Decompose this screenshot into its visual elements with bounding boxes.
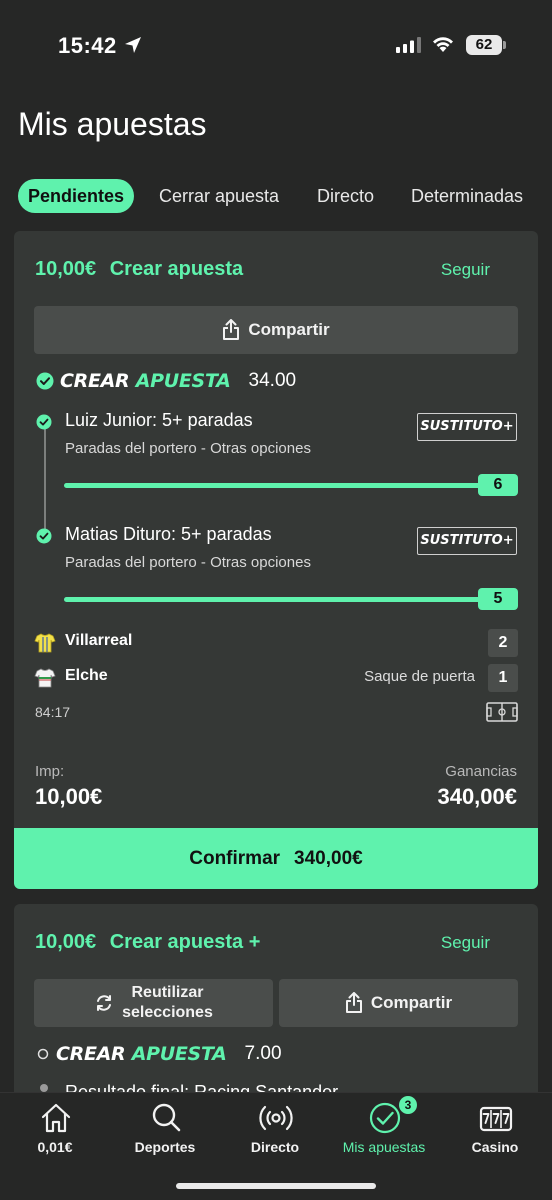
selection-market: Paradas del portero - Otras opciones (65, 440, 311, 457)
selection-progress-bar (64, 597, 482, 602)
team-name: Villarreal (65, 632, 133, 649)
selection-progress-bar (64, 483, 482, 488)
brand-word-crear: CREAR (56, 1043, 126, 1065)
tab-pendientes[interactable]: Pendientes (18, 179, 135, 213)
selection-connector (44, 429, 46, 537)
confirm-amount: 340,00€ (294, 847, 363, 869)
home-icon (41, 1103, 71, 1133)
bet-filter-tabs: Pendientes Cerrar apuesta Directo Determ… (18, 179, 552, 213)
tab-cerrar-apuesta[interactable]: Cerrar apuesta (159, 179, 279, 213)
bet-type: Crear apuesta + (109, 931, 261, 953)
bet-builder-row: CREAR APUESTA 7.00 (36, 1041, 282, 1067)
match-clock: 84:17 (35, 704, 71, 720)
bet-builder-brand: CREAR APUESTA (56, 1043, 227, 1065)
status-bar: 15:42 62 (0, 0, 552, 90)
team-row-home: Villarreal 2 (34, 629, 518, 657)
nav-item-balance[interactable]: 0,01€ (0, 1093, 110, 1163)
bet-type: Crear apuesta (109, 258, 244, 280)
nav-label: Casino (471, 1139, 519, 1155)
bet-stake: 10,00€ (35, 258, 97, 280)
wifi-icon (433, 37, 453, 52)
slot-machine-icon (479, 1106, 513, 1132)
tab-directo[interactable]: Directo (317, 179, 374, 213)
bet-odds: 7.00 (244, 1043, 282, 1064)
nav-label: Mis apuestas (342, 1139, 426, 1155)
nav-item-deportes[interactable]: Deportes (110, 1093, 220, 1163)
nav-label: 0,01€ (37, 1139, 73, 1155)
selection-title: Matias Dituro: 5+ paradas (65, 524, 272, 544)
share-button[interactable]: Compartir (279, 979, 518, 1027)
team-score: 2 (488, 629, 518, 657)
stake-label: Imp: (35, 763, 65, 780)
battery-tip (503, 41, 506, 49)
nav-item-directo[interactable]: Directo (220, 1093, 330, 1163)
reuse-line-1: Reutilizar (131, 984, 204, 1001)
yellow-jersey-icon (34, 633, 56, 653)
brand-word-crear: CREAR (60, 370, 130, 392)
team-row-away: Elche Saque de puerta 1 (34, 664, 518, 692)
location-arrow-icon (125, 37, 141, 53)
confirm-label: Confirmar (189, 847, 281, 869)
brand-word-apuesta: APUESTA (135, 370, 231, 392)
check-circle-icon (36, 372, 54, 390)
nav-item-casino[interactable]: Casino (440, 1093, 550, 1163)
nav-item-mis-apuestas[interactable]: 3 Mis apuestas (329, 1093, 439, 1163)
selection-title: Luiz Junior: 5+ paradas (65, 410, 253, 430)
selection-check-icon (36, 528, 52, 544)
share-label: Compartir (370, 993, 453, 1012)
share-icon (345, 992, 362, 1013)
bet-card: 10,00€ Crear apuesta Seguir Compartir CR… (14, 231, 538, 889)
cellular-signal-icon (396, 37, 421, 53)
home-indicator (176, 1183, 376, 1189)
follow-button[interactable]: Seguir (441, 933, 490, 953)
team-score: 1 (488, 664, 518, 692)
selection-market: Paradas del portero - Otras opciones (65, 554, 311, 571)
reuse-selections-button[interactable]: Reutilizar selecciones (34, 979, 273, 1027)
status-time: 15:42 (58, 33, 117, 58)
tab-determinadas[interactable]: Determinadas (411, 179, 523, 213)
bet-header: 10,00€ Crear apuesta + (35, 931, 268, 954)
substitute-badge[interactable]: SUSTITUTO+ (417, 413, 517, 441)
substitute-badge[interactable]: SUSTITUTO+ (417, 527, 517, 555)
bets-count-badge: 3 (399, 1096, 417, 1114)
follow-button[interactable]: Seguir (441, 260, 490, 280)
search-icon (152, 1103, 181, 1132)
share-label: Compartir (248, 320, 330, 339)
share-button[interactable]: Compartir (34, 306, 518, 354)
nav-label: Directo (250, 1139, 300, 1155)
team-name: Elche (65, 667, 108, 684)
battery-indicator: 62 (466, 35, 502, 55)
nav-label: Deportes (134, 1139, 196, 1155)
selection-progress-value: 5 (478, 588, 518, 610)
bet-odds: 34.00 (248, 370, 297, 391)
match-event: Saque de puerta (364, 668, 475, 685)
reuse-selections-label: Reutilizar selecciones (122, 983, 213, 1023)
page-title: Mis apuestas (18, 106, 207, 142)
winnings-value: 340,00€ (437, 784, 517, 809)
winnings-label: Ganancias (445, 763, 517, 780)
bet-stake: 10,00€ (35, 931, 97, 953)
stake-value: 10,00€ (35, 784, 103, 809)
check-circle-icon (369, 1102, 401, 1134)
bet-card: 10,00€ Crear apuesta + Seguir Reutilizar… (14, 904, 538, 1094)
selection-check-icon (36, 414, 52, 430)
open-circle-icon (37, 1048, 49, 1060)
brand-word-apuesta: APUESTA (131, 1043, 227, 1065)
bet-builder-brand: CREAR APUESTA (60, 370, 231, 392)
refresh-icon (97, 995, 112, 1011)
selection-progress-value: 6 (478, 474, 518, 496)
live-broadcast-icon (259, 1105, 293, 1131)
bet-builder-row: CREAR APUESTA 34.00 (36, 368, 296, 394)
reuse-line-2: selecciones (122, 1004, 213, 1021)
pitch-icon[interactable] (486, 702, 518, 722)
share-icon (223, 319, 240, 340)
confirm-cashout-button[interactable]: Confirmar 340,00€ (14, 828, 538, 889)
selection-dot (40, 1084, 48, 1092)
bet-header: 10,00€ Crear apuesta (35, 258, 251, 281)
white-jersey-icon (34, 668, 56, 688)
